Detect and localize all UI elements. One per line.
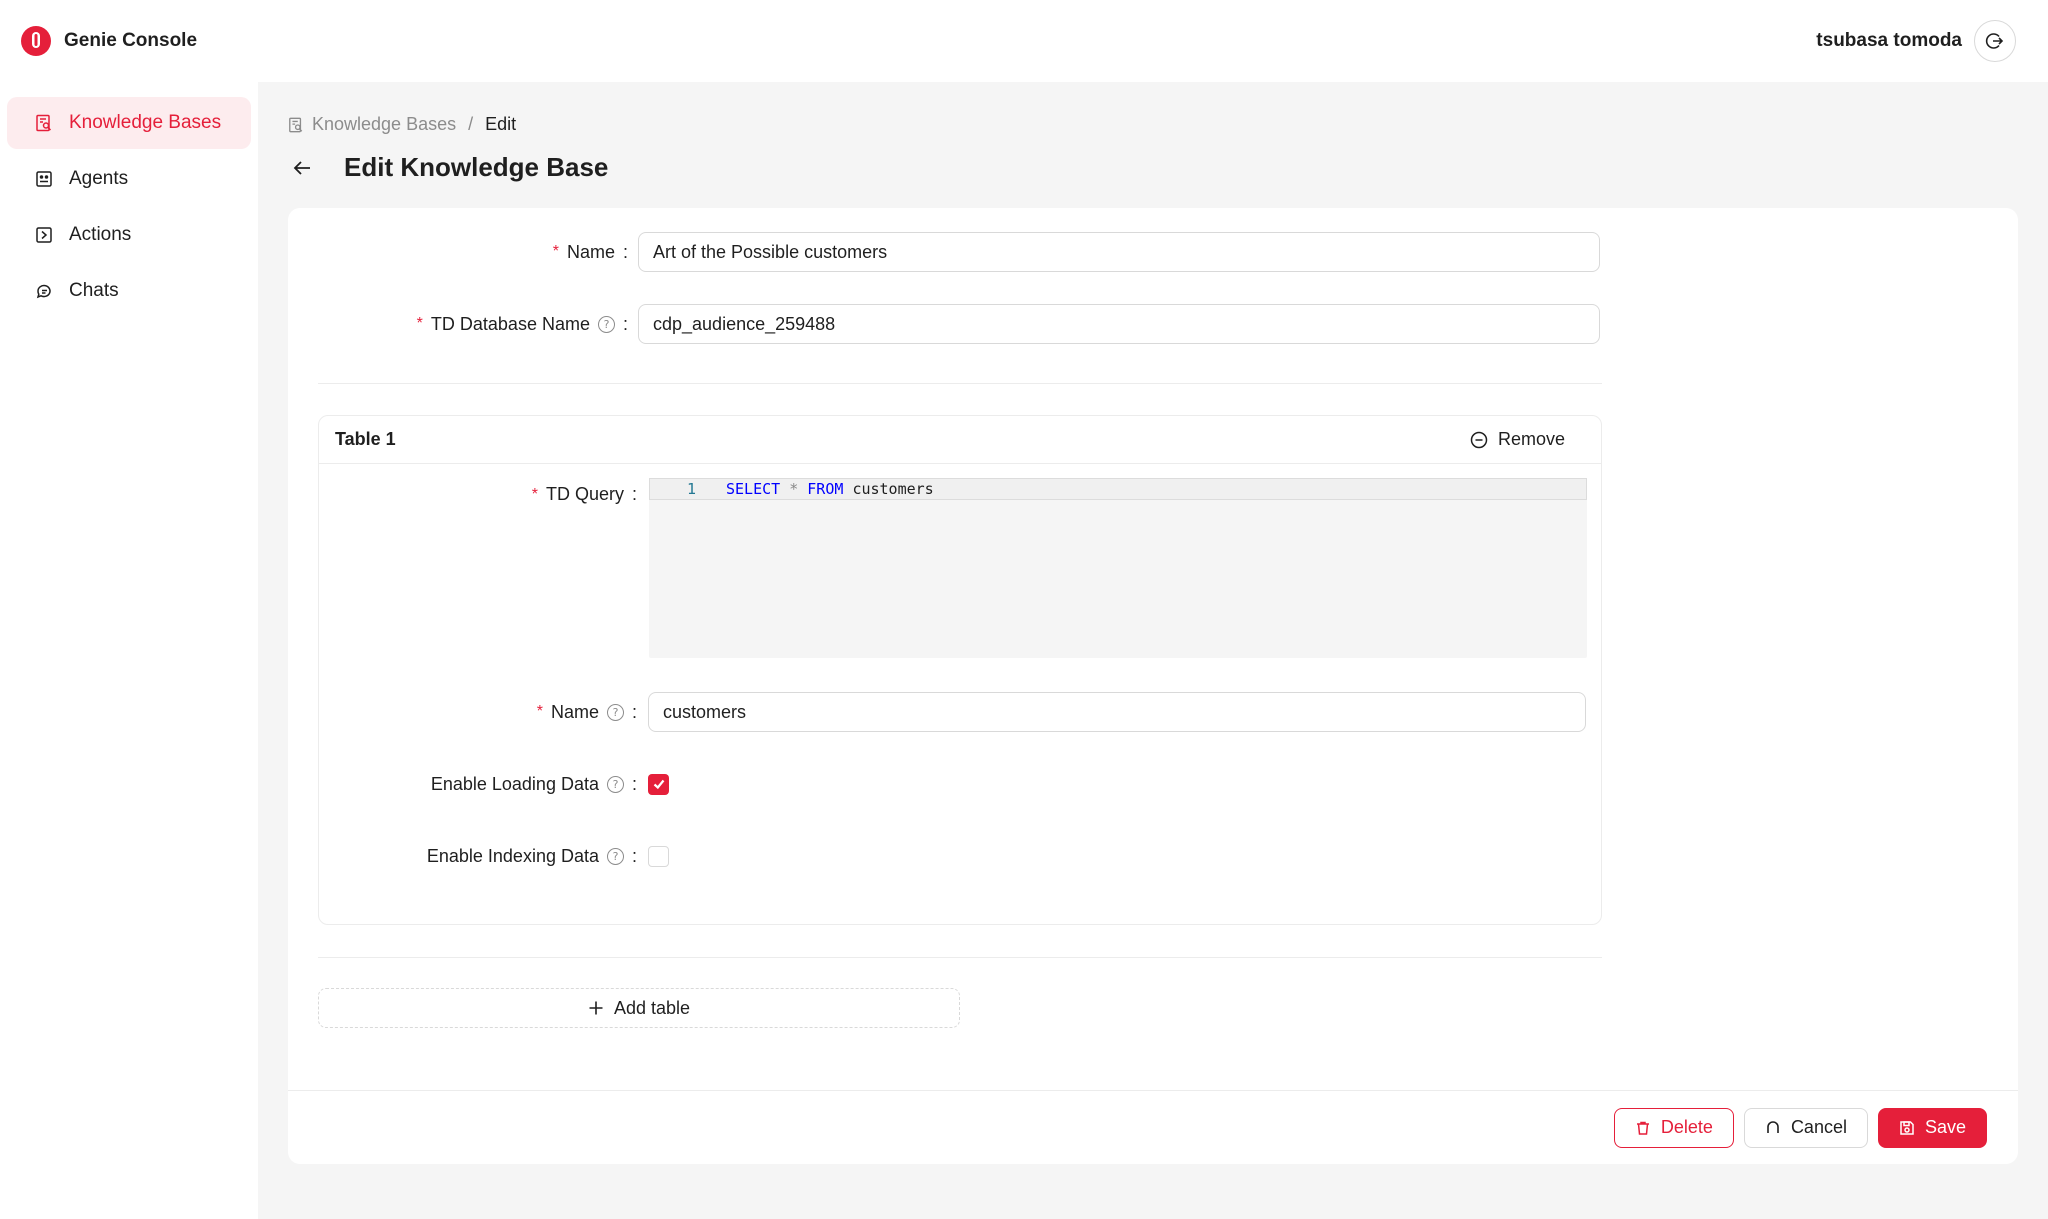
delete-button[interactable]: Delete	[1613, 1107, 1734, 1148]
divider	[318, 383, 1602, 384]
td-query-row: * TD Query :	[319, 484, 637, 505]
chat-icon	[36, 284, 51, 299]
table-section: Table 1 Remove * TD Query : 1 SELECT * F…	[318, 415, 1602, 925]
minus-circle-icon	[1470, 431, 1488, 448]
sidebar-item-chats[interactable]: Chats	[7, 265, 251, 317]
help-icon[interactable]: ?	[606, 847, 624, 865]
user-area: tsubasa tomoda	[1816, 20, 2016, 62]
knowledge-base-icon	[36, 114, 52, 132]
divider	[318, 957, 1602, 958]
breadcrumb-separator: /	[468, 114, 474, 134]
table-title: Table 1	[335, 429, 396, 449]
sidebar-item-label: Agents	[69, 168, 129, 189]
td-query-editor[interactable]: 1 SELECT * FROM customers	[649, 478, 1587, 658]
add-table-button[interactable]: Add table	[318, 988, 960, 1028]
enable-indexing-label: Enable Indexing Data ? :	[426, 845, 637, 866]
db-name-row: * TD Database Name ? : cdp_audience_2594…	[288, 304, 1600, 344]
sidebar-item-label: Actions	[69, 224, 132, 245]
knowledge-base-icon	[289, 117, 303, 132]
breadcrumb: Knowledge Bases / Edit	[288, 114, 516, 135]
logout-icon	[1985, 33, 2004, 49]
sidebar-item-actions[interactable]: Actions	[7, 209, 251, 261]
cancel-button[interactable]: Cancel	[1743, 1107, 1868, 1148]
help-icon[interactable]: ?	[606, 775, 624, 793]
name-label: * Name :	[552, 241, 628, 262]
undo-icon	[1767, 1120, 1779, 1133]
save-button[interactable]: Save	[1877, 1107, 1987, 1148]
agent-icon	[36, 171, 52, 187]
sidebar-item-label: Knowledge Bases	[69, 112, 222, 133]
app-title: Genie Console	[64, 30, 198, 51]
enable-indexing-checkbox[interactable]	[648, 845, 669, 867]
table-header: Table 1 Remove	[319, 416, 1601, 464]
genie-logo-icon	[21, 26, 51, 56]
plus-icon	[589, 1001, 603, 1015]
help-icon[interactable]: ?	[606, 703, 624, 721]
db-name-input[interactable]: cdp_audience_259488	[638, 304, 1600, 344]
name-row: * Name : Art of the Possible customers	[288, 232, 1600, 272]
arrow-left-icon	[293, 160, 310, 175]
table-name-row: * Name ? : customers	[319, 692, 1586, 732]
enable-indexing-row: Enable Indexing Data ? :	[319, 836, 669, 876]
logout-button[interactable]	[1974, 20, 2016, 62]
top-header: Genie Console tsubasa tomoda	[0, 0, 2048, 82]
enable-loading-row: Enable Loading Data ? :	[319, 764, 669, 804]
enable-loading-label: Enable Loading Data ? :	[430, 773, 637, 794]
breadcrumb-current: Edit	[485, 114, 517, 134]
check-icon	[653, 779, 664, 790]
trash-icon	[1636, 1121, 1649, 1135]
main-content: Knowledge Bases / Edit Edit Knowledge Ba…	[258, 82, 2048, 1219]
breadcrumb-link-knowledge-bases[interactable]: Knowledge Bases	[312, 114, 456, 135]
page-title: Edit Knowledge Base	[344, 152, 609, 182]
action-icon	[36, 227, 52, 243]
db-name-label: * TD Database Name ? :	[416, 313, 628, 334]
save-icon	[1900, 1120, 1914, 1135]
remove-table-button[interactable]: Remove	[1470, 429, 1565, 450]
user-name: tsubasa tomoda	[1816, 30, 1962, 51]
sidebar-item-knowledge-bases[interactable]: Knowledge Bases	[7, 97, 251, 149]
name-input[interactable]: Art of the Possible customers	[638, 232, 1600, 272]
edit-form-card: * Name : Art of the Possible customers *…	[288, 208, 2018, 1164]
brand[interactable]: Genie Console	[20, 25, 197, 57]
query-code: SELECT * FROM customers	[726, 480, 934, 498]
table-name-label: * Name ? :	[536, 701, 637, 722]
back-button[interactable]	[288, 154, 316, 182]
page-header: Edit Knowledge Base	[288, 152, 608, 183]
sidebar-item-agents[interactable]: Agents	[7, 153, 251, 205]
editor-line: 1 SELECT * FROM customers	[649, 478, 1587, 500]
help-icon[interactable]: ?	[597, 315, 615, 333]
line-number: 1	[686, 480, 696, 498]
form-footer: Delete Cancel Save	[288, 1090, 2018, 1164]
sidebar: Knowledge Bases Agents Actions Chats	[0, 82, 258, 1219]
sidebar-item-label: Chats	[69, 280, 119, 301]
enable-loading-checkbox[interactable]	[648, 773, 669, 795]
td-query-label: * TD Query :	[531, 484, 637, 504]
table-name-input[interactable]: customers	[648, 692, 1586, 732]
